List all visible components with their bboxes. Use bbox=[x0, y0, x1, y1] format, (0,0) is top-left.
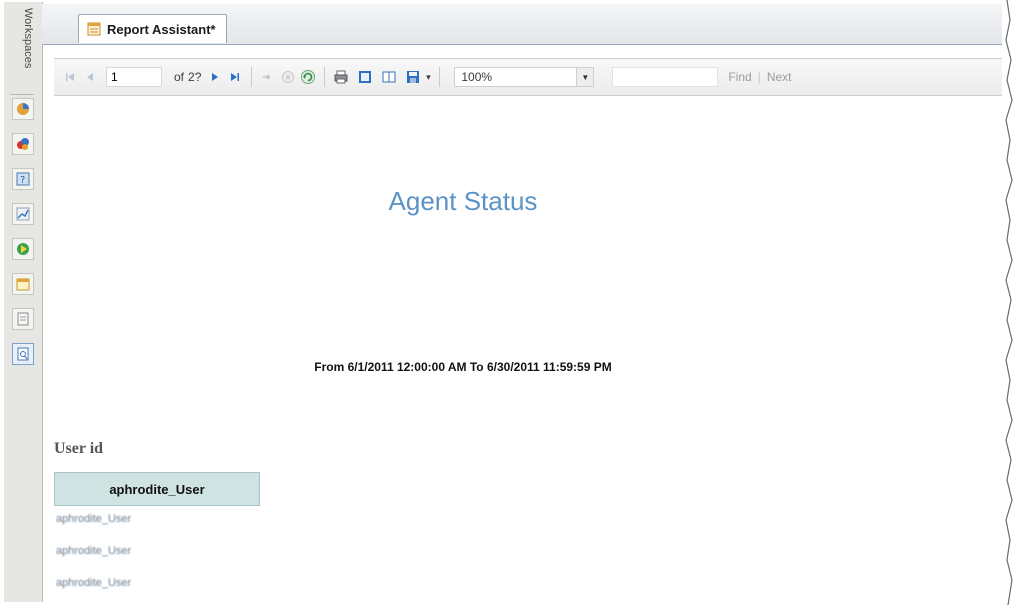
of-label: of bbox=[174, 70, 185, 84]
calendar-icon[interactable] bbox=[12, 273, 34, 295]
chevron-down-icon[interactable]: ▼ bbox=[576, 68, 594, 86]
group-label-user-id: User id bbox=[54, 440, 104, 457]
table-row: aphrodite_User bbox=[56, 577, 132, 589]
report-page: Agent Status From 6/1/2011 12:00:00 AM T… bbox=[54, 96, 1002, 600]
report-tab-icon bbox=[87, 22, 101, 36]
print-layout-icon[interactable] bbox=[355, 66, 375, 88]
zoom-value: 100% bbox=[461, 70, 493, 84]
export-dropdown-icon[interactable]: ▾ bbox=[423, 66, 433, 88]
workspaces-label[interactable]: Workspaces bbox=[10, 8, 34, 95]
zoom-select[interactable]: 100% ▼ bbox=[454, 67, 595, 87]
toolbar-divider bbox=[439, 67, 441, 87]
report-date-range: From 6/1/2011 12:00:00 AM To 6/30/2011 1… bbox=[314, 360, 612, 374]
report-title: Agent Status bbox=[388, 186, 538, 216]
chart-pie-icon[interactable] bbox=[12, 98, 34, 120]
tab-title: Report Assistant* bbox=[107, 21, 216, 37]
help-book-icon[interactable]: ? bbox=[12, 168, 34, 190]
document-tab-strip: Report Assistant* bbox=[42, 4, 1002, 45]
document-icon[interactable] bbox=[12, 308, 34, 330]
column-header-user[interactable]: aphrodite_User bbox=[54, 472, 260, 506]
trend-chart-icon[interactable] bbox=[12, 203, 34, 225]
workspace-icon-list: ? bbox=[10, 98, 38, 378]
table-row: aphrodite_User bbox=[56, 545, 132, 557]
workspaces-panel: Workspaces ? bbox=[4, 2, 43, 602]
export-save-icon[interactable] bbox=[403, 66, 423, 88]
torn-edge-decoration bbox=[1005, 0, 1014, 605]
user-group-icon[interactable] bbox=[12, 133, 34, 155]
first-page-icon[interactable] bbox=[60, 66, 80, 88]
next-link[interactable]: Next bbox=[767, 70, 792, 84]
current-page-input[interactable] bbox=[106, 67, 162, 87]
print-icon[interactable] bbox=[331, 66, 351, 88]
back-to-parent-icon[interactable] bbox=[258, 66, 278, 88]
find-separator: | bbox=[757, 70, 761, 84]
refresh-icon[interactable] bbox=[298, 66, 318, 88]
toolbar-divider bbox=[324, 67, 326, 87]
stop-icon[interactable] bbox=[278, 66, 298, 88]
tab-report-assistant[interactable]: Report Assistant* bbox=[78, 14, 227, 43]
report-viewer-toolbar: of 2? ▾ 100% ▼ Find | Next bbox=[54, 58, 1002, 96]
table-row: aphrodite_User bbox=[56, 513, 132, 525]
play-green-icon[interactable] bbox=[12, 238, 34, 260]
previous-page-icon[interactable] bbox=[80, 66, 100, 88]
page-setup-icon[interactable] bbox=[379, 66, 399, 88]
next-page-icon[interactable] bbox=[205, 66, 225, 88]
last-page-icon[interactable] bbox=[225, 66, 245, 88]
find-input[interactable] bbox=[612, 67, 719, 87]
svg-text:?: ? bbox=[20, 175, 25, 186]
toolbar-divider bbox=[251, 67, 253, 87]
find-link[interactable]: Find bbox=[728, 70, 751, 84]
total-pages: 2? bbox=[188, 70, 202, 84]
report-icon[interactable] bbox=[12, 343, 34, 365]
